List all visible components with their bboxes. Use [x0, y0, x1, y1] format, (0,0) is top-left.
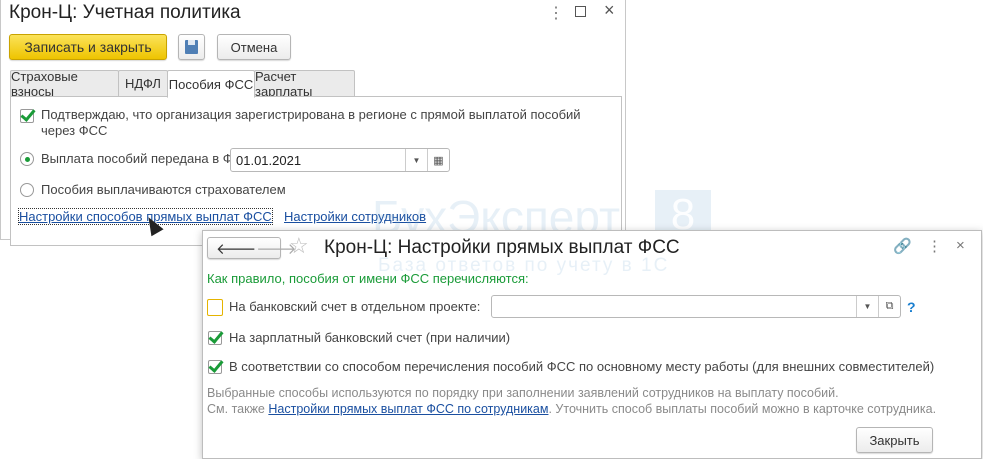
project-field[interactable]: ▼ ⧉ — [491, 295, 901, 318]
more-icon[interactable]: ⋮ — [548, 3, 564, 23]
radio-insurer-label: Пособия выплачиваются страхователем — [41, 182, 286, 197]
accounting-policy-window: Крон-Ц: Учетная политика ⋮ × Записать и … — [0, 0, 626, 246]
date-value: 01.01.2021 — [236, 152, 302, 168]
window-title: Крон-Ц: Учетная политика — [9, 2, 241, 23]
fss-direct-payments-dialog: 🡐 🡒 ☆ Крон-Ц: Настройки прямых выплат ФС… — [202, 230, 982, 459]
note-line-2: См. также Настройки прямых выплат ФСС по… — [207, 402, 936, 416]
save-button[interactable] — [178, 34, 205, 60]
tab-fss-benefits[interactable]: Пособия ФСС — [167, 70, 255, 98]
tab-ndfl[interactable]: НДФЛ — [118, 70, 168, 97]
dropdown-icon[interactable]: ▼ — [405, 149, 427, 171]
bank-project-checkbox[interactable] — [207, 299, 223, 316]
main-job-method-checkbox[interactable] — [208, 360, 222, 374]
save-and-close-button[interactable]: Записать и закрыть — [9, 34, 167, 60]
radio-insurer[interactable] — [20, 183, 34, 197]
confirm-label-2: через ФСС — [41, 123, 108, 138]
intro-text: Как правило, пособия от имени ФСС перечи… — [207, 271, 529, 286]
dialog-title: Крон-Ц: Настройки прямых выплат ФСС — [324, 237, 680, 258]
radio-transferred[interactable] — [20, 152, 34, 166]
open-icon[interactable]: ⧉ — [878, 296, 900, 317]
favorite-star-icon[interactable]: ☆ — [289, 233, 309, 259]
employee-settings-link[interactable]: Настройки сотрудников — [284, 209, 426, 224]
tab-panel: Подтверждаю, что организация зарегистрир… — [10, 96, 622, 246]
calendar-icon[interactable]: ▦ — [427, 149, 449, 171]
confirm-checkbox[interactable] — [20, 109, 34, 123]
more-icon[interactable]: ⋮ — [927, 237, 942, 255]
close-icon[interactable]: × — [604, 0, 615, 21]
confirm-label-1: Подтверждаю, что организация зарегистрир… — [41, 107, 581, 122]
nav-buttons: 🡐 🡒 — [207, 237, 296, 259]
salary-account-label: На зарплатный банковский счет (при налич… — [229, 330, 511, 345]
tab-insurance[interactable]: Страховые взносы — [10, 69, 119, 99]
close-icon[interactable]: × — [956, 237, 965, 254]
close-button[interactable]: Закрыть — [856, 427, 933, 453]
cancel-button[interactable]: Отмена — [217, 34, 291, 60]
maximize-icon[interactable] — [575, 6, 586, 17]
note-prefix: См. также — [207, 402, 269, 416]
floppy-icon — [185, 40, 198, 54]
bank-project-label: На банковский счет в отдельном проекте: — [229, 299, 481, 314]
note-line-1: Выбранные способы используются по порядк… — [207, 386, 839, 400]
link-icon[interactable]: 🔗 — [893, 237, 912, 255]
note-suffix: . Уточнить способ выплаты пособий можно … — [548, 402, 937, 416]
tab-payroll[interactable]: Расчет зарплаты — [254, 69, 355, 99]
dropdown-icon[interactable]: ▼ — [856, 296, 878, 317]
date-field[interactable]: 01.01.2021 ▼ ▦ — [230, 148, 450, 172]
main-job-method-label: В соответствии со способом перечисления … — [229, 359, 935, 374]
back-arrow-icon[interactable]: 🡐 — [216, 239, 256, 258]
salary-account-checkbox[interactable] — [208, 331, 222, 345]
help-icon[interactable]: ? — [907, 299, 916, 315]
employee-fss-settings-link[interactable]: Настройки прямых выплат ФСС по сотрудник… — [268, 402, 548, 416]
